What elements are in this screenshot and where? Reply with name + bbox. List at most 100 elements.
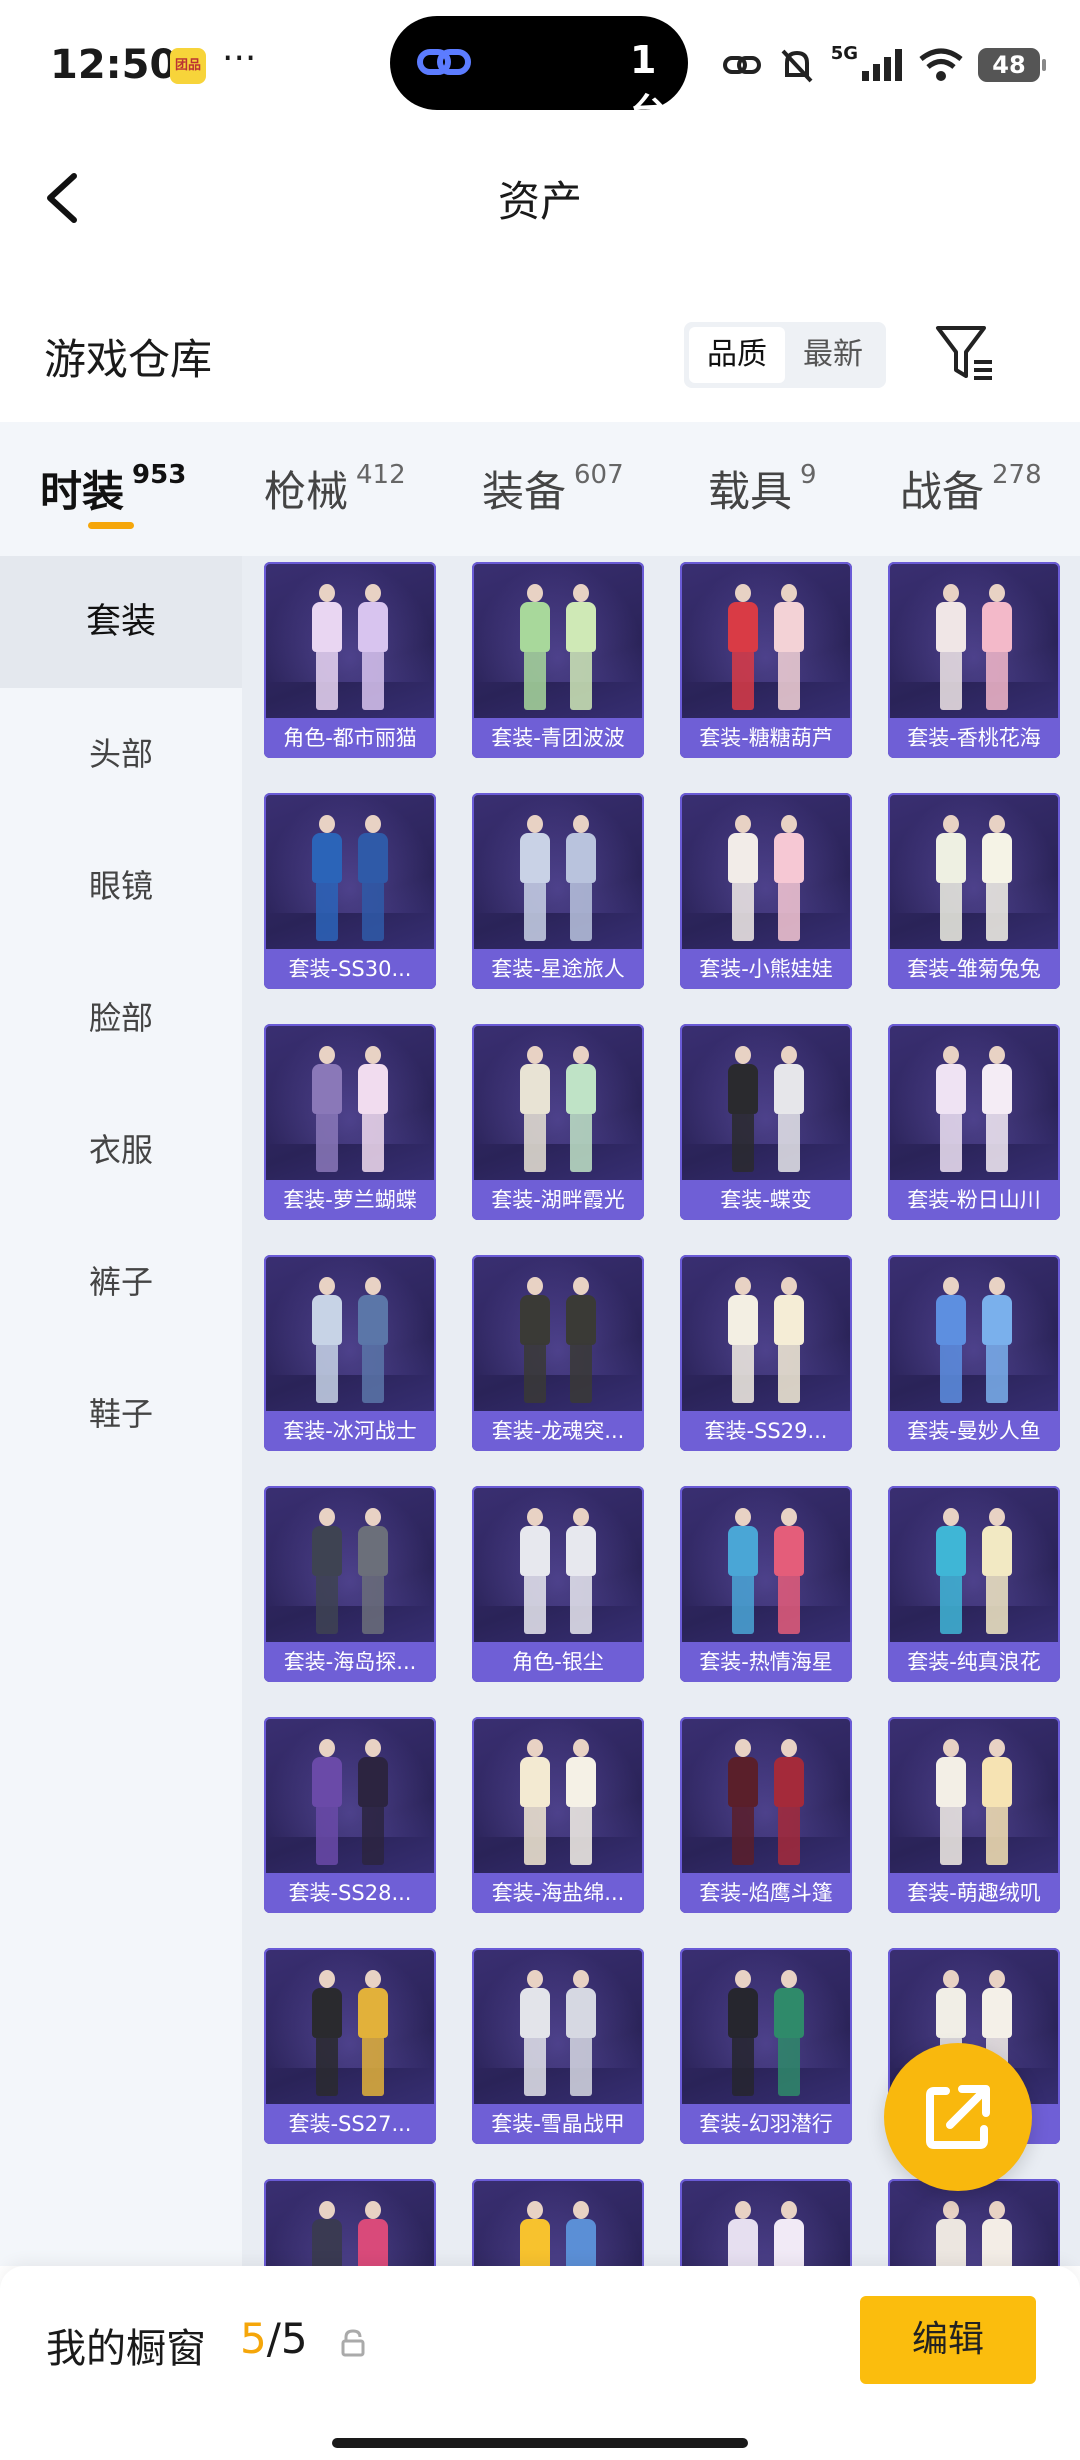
tab-vehicles[interactable]: 载具 9 — [708, 458, 817, 519]
tab-count: 9 — [800, 460, 817, 490]
outfit-figure-icon — [932, 815, 970, 945]
item-card[interactable]: 套装-香桃花海 — [888, 562, 1060, 758]
outfit-figure-icon — [770, 1046, 808, 1176]
item-label: 套装-小熊娃娃 — [680, 949, 852, 989]
outfit-figure-icon — [308, 1046, 346, 1176]
outfit-figure-icon — [354, 1739, 392, 1869]
item-thumbnail — [680, 1960, 852, 2100]
item-thumbnail — [472, 1729, 644, 1869]
edit-button[interactable]: 编辑 — [860, 2296, 1036, 2384]
item-card[interactable]: 套装-SS27... — [264, 1948, 436, 2144]
sidebar-item-pants[interactable]: 裤子 — [0, 1216, 242, 1348]
item-card[interactable]: 套装-湖畔霞光 — [472, 1024, 644, 1220]
item-card[interactable]: 套装-蝶变 — [680, 1024, 852, 1220]
category-tabs: 时装 953 枪械 412 装备 607 载具 9 战备 278 — [0, 422, 1080, 556]
item-thumbnail — [472, 574, 644, 714]
tab-equipment[interactable]: 装备 607 — [482, 458, 624, 519]
outfit-figure-icon — [354, 815, 392, 945]
sidebar-item-face[interactable]: 脸部 — [0, 952, 242, 1084]
item-label: 套装-幻羽潜行 — [680, 2104, 852, 2144]
item-card[interactable]: 套装-青团波波 — [472, 562, 644, 758]
sidebar-item-suit[interactable]: 套装 — [0, 556, 242, 688]
item-thumbnail — [888, 2191, 1060, 2266]
item-card[interactable] — [888, 2179, 1060, 2266]
item-card[interactable]: 套装-海盐绵... — [472, 1717, 644, 1913]
sort-latest-button[interactable]: 最新 — [785, 327, 881, 383]
item-label: 套装-SS27... — [264, 2104, 436, 2144]
item-card[interactable]: 套装-小熊娃娃 — [680, 793, 852, 989]
item-card[interactable]: 套装-SS29... — [680, 1255, 852, 1451]
sidebar-item-head[interactable]: 头部 — [0, 688, 242, 820]
item-card[interactable]: 套装-焰鹰斗篷 — [680, 1717, 852, 1913]
lock-icon[interactable] — [340, 2328, 366, 2358]
item-card[interactable]: 套装-雪晶战甲 — [472, 1948, 644, 2144]
item-card[interactable]: 角色-银尘 — [472, 1486, 644, 1682]
item-label: 套装-星途旅人 — [472, 949, 644, 989]
item-card[interactable]: 套装-龙魂突... — [472, 1255, 644, 1451]
tab-label: 装备 — [482, 467, 567, 516]
dynamic-island[interactable]: 1台 — [390, 16, 688, 135]
item-card[interactable]: 套装-冰河战士 — [264, 1255, 436, 1451]
filter-icon[interactable] — [934, 322, 996, 384]
outfit-figure-icon — [516, 1970, 554, 2100]
item-card[interactable] — [264, 2179, 436, 2266]
outfit-figure-icon — [724, 1277, 762, 1407]
page-title: 资产 — [497, 177, 582, 226]
item-card[interactable]: 套装-星途旅人 — [472, 793, 644, 989]
outfit-figure-icon — [978, 2201, 1016, 2266]
item-card[interactable]: 套装-雏菊兔兔 — [888, 793, 1060, 989]
item-label: 套装-青团波波 — [472, 718, 644, 758]
item-label: 套装-热情海星 — [680, 1642, 852, 1682]
item-card[interactable]: 套装-SS30... — [264, 793, 436, 989]
mute-icon — [781, 49, 813, 83]
item-card[interactable]: 角色-都市丽猫 — [264, 562, 436, 758]
sidebar-item-shoes[interactable]: 鞋子 — [0, 1348, 242, 1480]
item-card[interactable]: 套装-纯真浪花 — [888, 1486, 1060, 1682]
wifi-icon — [919, 48, 963, 81]
link-icon — [417, 49, 471, 75]
outfit-figure-icon — [770, 1277, 808, 1407]
status-time: 12:50 — [50, 42, 178, 88]
outfit-figure-icon — [516, 1739, 554, 1869]
item-card[interactable] — [680, 2179, 852, 2266]
item-label: 套装-雏菊兔兔 — [888, 949, 1060, 989]
outfit-figure-icon — [932, 2201, 970, 2266]
share-fab-button[interactable] — [884, 2043, 1032, 2191]
outfit-figure-icon — [516, 815, 554, 945]
active-tab-indicator — [88, 522, 134, 529]
item-label: 套装-蝶变 — [680, 1180, 852, 1220]
item-label: 角色-银尘 — [472, 1642, 644, 1682]
section-title: 游戏仓库 — [44, 335, 213, 384]
outfit-figure-icon — [516, 2201, 554, 2266]
item-card[interactable]: 套装-糖糖葫芦 — [680, 562, 852, 758]
app-badge-icon: 团品 — [170, 48, 206, 84]
item-card[interactable]: 套装-SS28... — [264, 1717, 436, 1913]
tab-weapons[interactable]: 枪械 412 — [264, 458, 406, 519]
item-thumbnail — [264, 1960, 436, 2100]
outfit-figure-icon — [932, 1046, 970, 1176]
item-card[interactable]: 套装-萝兰蝴蝶 — [264, 1024, 436, 1220]
tab-fashion[interactable]: 时装 953 — [40, 458, 186, 519]
outfit-figure-icon — [516, 1277, 554, 1407]
item-card[interactable]: 套装-海岛探... — [264, 1486, 436, 1682]
outfit-figure-icon — [562, 584, 600, 714]
sort-toggle: 品质 最新 — [684, 322, 886, 388]
item-card[interactable]: 套装-幻羽潜行 — [680, 1948, 852, 2144]
showcase-count-current: 5 — [240, 2314, 267, 2363]
item-card[interactable] — [472, 2179, 644, 2266]
sidebar-item-clothes[interactable]: 衣服 — [0, 1084, 242, 1216]
item-card[interactable]: 套装-粉日山川 — [888, 1024, 1060, 1220]
item-thumbnail — [680, 1498, 852, 1638]
item-card[interactable]: 套装-萌趣绒叽 — [888, 1717, 1060, 1913]
item-card[interactable]: 套装-热情海星 — [680, 1486, 852, 1682]
sort-quality-button[interactable]: 品质 — [689, 327, 785, 383]
item-card[interactable]: 套装-曼妙人鱼 — [888, 1255, 1060, 1451]
sidebar-item-glasses[interactable]: 眼镜 — [0, 820, 242, 952]
signal-icon — [862, 49, 902, 81]
item-thumbnail — [680, 1267, 852, 1407]
outfit-figure-icon — [562, 2201, 600, 2266]
system-icons: 5G 48 — [722, 40, 1046, 90]
outfit-figure-icon — [724, 1508, 762, 1638]
outfit-figure-icon — [354, 1046, 392, 1176]
tab-supplies[interactable]: 战备 278 — [900, 458, 1042, 519]
